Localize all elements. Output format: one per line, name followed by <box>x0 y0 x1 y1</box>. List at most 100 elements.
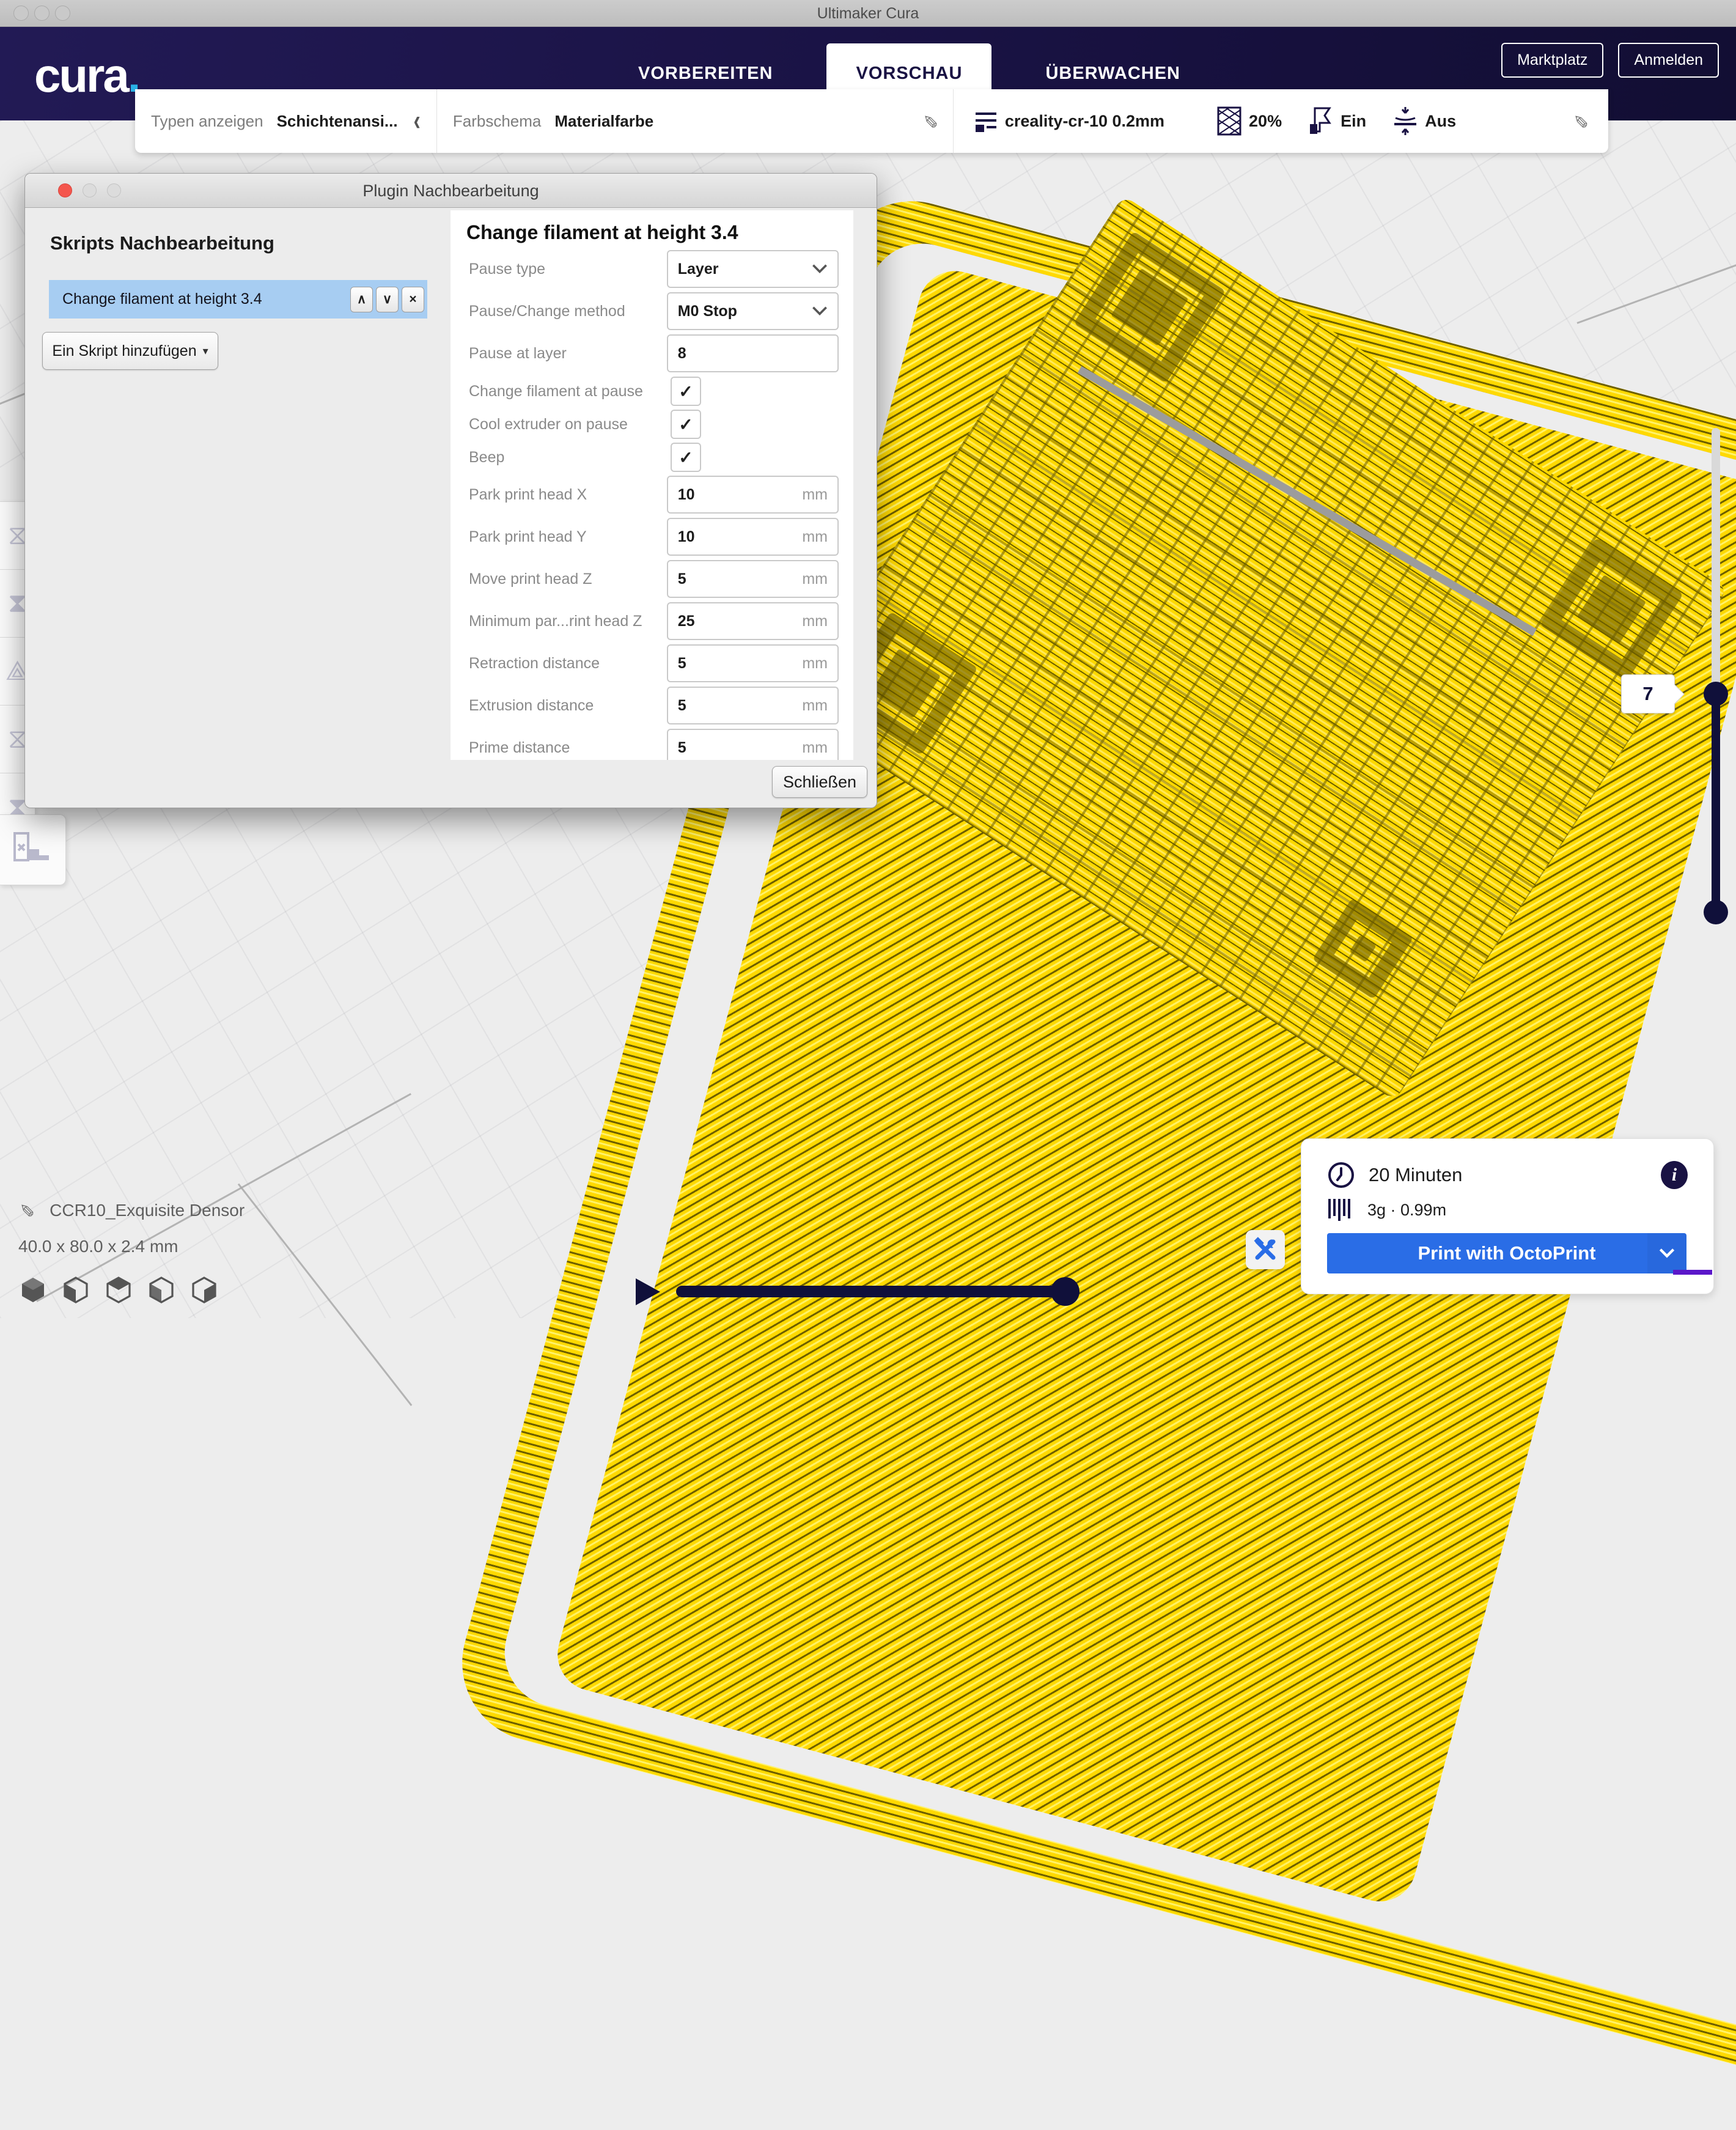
dialog-titlebar: Plugin Nachbearbeitung <box>25 174 877 208</box>
dialog-title: Plugin Nachbearbeitung <box>25 174 877 208</box>
form-label-retraction-distance: Retraction distance <box>465 655 667 673</box>
form-label-minimum-par-rint-head-z: Minimum par...rint head Z <box>465 613 667 630</box>
path-slider-track[interactable] <box>676 1286 1067 1297</box>
form-row-park-print-head-y: Park print head Y10mm <box>465 518 839 556</box>
unit-label: mm <box>802 570 828 588</box>
buildplate-edge-line <box>36 1093 411 1302</box>
input-value: 5 <box>678 570 803 588</box>
checkmark-icon: ✓ <box>679 448 693 468</box>
input-minimum-par-rint-head-z[interactable]: 25mm <box>667 602 839 640</box>
print-options-dropdown[interactable] <box>1647 1233 1686 1273</box>
chevron-down-icon <box>812 264 828 274</box>
print-summary-card: 20 Minuten i 3g · 0.99m Print with OctoP… <box>1301 1138 1714 1294</box>
play-button[interactable] <box>636 1278 660 1305</box>
collapse-chevron-icon[interactable]: ‹ <box>414 105 421 138</box>
edit-printer-pencil-icon[interactable]: ✎ <box>1569 113 1591 128</box>
caret-down-icon: ▾ <box>203 345 208 358</box>
input-park-print-head-x[interactable]: 10mm <box>667 476 839 514</box>
chevron-down-icon <box>1659 1248 1675 1258</box>
view-3d-button[interactable] <box>18 1275 48 1305</box>
support-blocker-tool[interactable] <box>0 814 66 885</box>
checkbox-change-filament-at-pause[interactable]: ✓ <box>671 377 701 406</box>
color-scheme-label: Farbschema <box>453 112 542 131</box>
post-processing-dialog: Plugin Nachbearbeitung Skripts Nachbearb… <box>24 173 877 808</box>
script-settings-title: Change filament at height 3.4 <box>466 221 839 244</box>
layer-number-value: 7 <box>1642 683 1653 705</box>
rename-pencil-icon[interactable]: ✎ <box>15 1203 37 1218</box>
input-extrusion-distance[interactable]: 5mm <box>667 687 839 724</box>
input-value: 5 <box>678 697 803 715</box>
unit-label: mm <box>802 528 828 546</box>
chevron-down-icon <box>812 306 828 316</box>
model-dimensions: 40.0 x 80.0 x 2.4 mm <box>18 1237 245 1256</box>
qr-finder-square <box>1073 231 1226 383</box>
path-slider-handle[interactable] <box>1051 1277 1079 1306</box>
color-scheme-value[interactable]: Materialfarbe <box>554 112 653 131</box>
form-label-park-print-head-x: Park print head X <box>465 486 667 504</box>
view-type-value[interactable]: Schichtenansi... <box>277 112 398 131</box>
model-name: CCR10_Exquisite Densor <box>50 1201 245 1220</box>
dropdown-pause-type[interactable]: Layer <box>667 250 839 288</box>
dialog-zoom-traffic-button[interactable] <box>107 183 121 197</box>
view-top-button[interactable] <box>104 1275 133 1305</box>
print-settings-group[interactable]: creality-cr-10 0.2mm 20% Ein Aus ✎ <box>954 89 1608 153</box>
script-settings-panel: Change filament at height 3.4 Pause type… <box>451 210 853 760</box>
unit-label: mm <box>802 697 828 715</box>
form-row-minimum-par-rint-head-z: Minimum par...rint head Z25mm <box>465 602 839 640</box>
unit-label: mm <box>802 739 828 757</box>
form-row-change-filament-at-pause: Change filament at pause✓ <box>465 377 839 406</box>
view-right-button[interactable] <box>189 1275 219 1305</box>
form-label-beep: Beep <box>465 449 671 466</box>
layer-slider-lower-handle[interactable] <box>1704 900 1728 924</box>
support-value[interactable]: Ein <box>1341 112 1366 131</box>
view-type-label: Typen anzeigen <box>151 112 263 131</box>
form-label-park-print-head-y: Park print head Y <box>465 528 667 546</box>
edit-pencil-icon[interactable]: ✎ <box>919 113 940 128</box>
input-retraction-distance[interactable]: 5mm <box>667 644 839 682</box>
print-time-estimate: 20 Minuten <box>1369 1164 1462 1186</box>
add-script-button[interactable]: Ein Skript hinzufügen ▾ <box>42 332 218 370</box>
input-park-print-head-y[interactable]: 10mm <box>667 518 839 556</box>
view-type-group[interactable]: Typen anzeigen Schichtenansi... ‹ <box>135 89 436 153</box>
printer-profile[interactable]: creality-cr-10 0.2mm <box>1005 112 1164 131</box>
buildplate-edge-line <box>1576 256 1736 324</box>
input-move-print-head-z[interactable]: 5mm <box>667 560 839 598</box>
checkbox-cool-extruder-on-pause[interactable]: ✓ <box>671 410 701 439</box>
checkbox-beep[interactable]: ✓ <box>671 443 701 472</box>
print-with-octoprint-button[interactable]: Print with OctoPrint <box>1327 1233 1686 1273</box>
camera-view-buttons <box>18 1275 219 1305</box>
signin-button[interactable]: Anmelden <box>1618 43 1719 78</box>
dialog-close-traffic-button[interactable] <box>58 183 72 197</box>
view-front-button[interactable] <box>61 1275 90 1305</box>
infill-value[interactable]: 20% <box>1249 112 1282 131</box>
form-row-pause-change-method: Pause/Change methodM0 Stop <box>465 292 839 330</box>
print-settings-shortcut-button[interactable] <box>1246 1230 1285 1269</box>
layer-slider-range[interactable] <box>1712 694 1720 912</box>
form-row-pause-type: Pause typeLayer <box>465 250 839 288</box>
support-blocker-icon <box>12 831 54 869</box>
selected-script-row[interactable]: Change filament at height 3.4 ∧ ∨ × <box>49 280 427 319</box>
form-label-cool-extruder-on-pause: Cool extruder on pause <box>465 416 671 433</box>
info-icon[interactable]: i <box>1661 1161 1688 1189</box>
remove-script-button[interactable]: × <box>402 287 424 312</box>
layer-slider-track[interactable] <box>1712 428 1720 697</box>
form-label-move-print-head-z: Move print head Z <box>465 570 667 588</box>
view-left-button[interactable] <box>147 1275 176 1305</box>
dialog-minimize-traffic-button[interactable] <box>83 183 97 197</box>
color-scheme-group[interactable]: Farbschema Materialfarbe ✎ <box>437 89 953 153</box>
input-prime-distance[interactable]: 5mm <box>667 729 839 760</box>
input-pause-at-layer[interactable]: 8 <box>667 334 839 372</box>
close-dialog-button[interactable]: Schließen <box>772 766 867 798</box>
input-value: 25 <box>678 613 803 630</box>
material-estimate: 3g · 0.99m <box>1367 1201 1446 1220</box>
layer-slider-upper-handle[interactable] <box>1704 682 1728 706</box>
marketplace-button[interactable]: Marktplatz <box>1501 43 1603 78</box>
input-value: 5 <box>678 655 803 673</box>
move-script-down-button[interactable]: ∨ <box>376 287 399 312</box>
move-script-up-button[interactable]: ∧ <box>350 287 373 312</box>
dropdown-value: M0 Stop <box>678 303 812 320</box>
dropdown-pause-change-method[interactable]: M0 Stop <box>667 292 839 330</box>
adhesion-value[interactable]: Aus <box>1425 112 1456 131</box>
form-row-beep: Beep ✓ <box>465 443 839 472</box>
support-icon <box>1309 107 1333 135</box>
